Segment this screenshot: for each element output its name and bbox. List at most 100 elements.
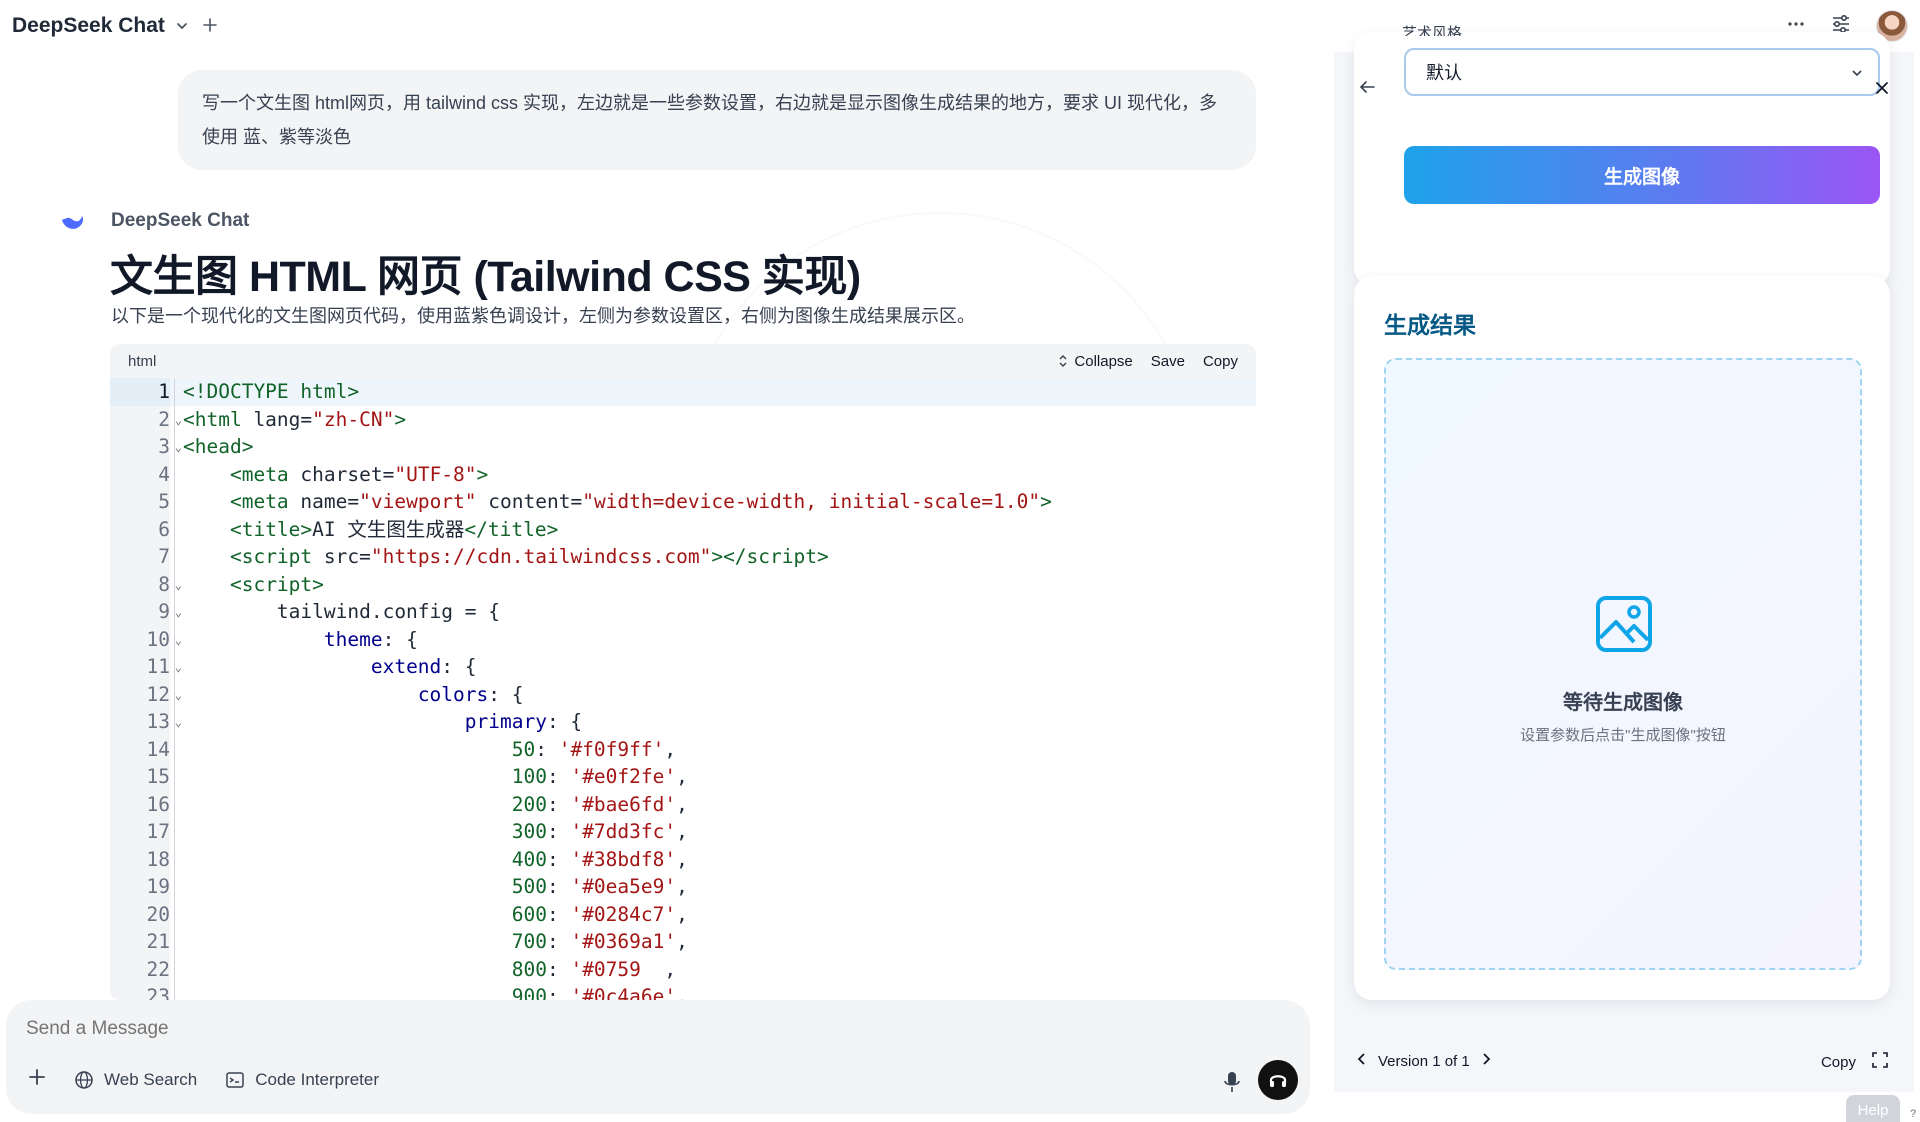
line-number: 7	[110, 543, 170, 571]
chevron-down-icon[interactable]	[175, 19, 189, 33]
fold-chevron-icon[interactable]: ⌄	[175, 627, 182, 655]
line-number: 20	[110, 900, 170, 928]
code-text: <!DOCTYPE html>	[183, 380, 360, 403]
result-placeholder-area: 等待生成图像 设置参数后点击"生成图像"按钮	[1384, 358, 1862, 970]
copy-code-button[interactable]: Copy	[1203, 353, 1238, 370]
code-line: 9 ⌄ tailwind.config = {	[110, 598, 1256, 626]
fold-chevron-icon[interactable]: ⌄	[175, 599, 182, 627]
code-line: 7 <script src="https://cdn.tailwindcss.c…	[110, 543, 1256, 571]
gutter-separator	[174, 488, 175, 516]
gutter-separator	[174, 515, 175, 543]
line-number: 18	[110, 845, 170, 873]
fold-chevron-icon[interactable]: ⌄	[175, 572, 182, 600]
code-text: extend: {	[370, 655, 477, 678]
fold-chevron-icon[interactable]: ⌄	[175, 407, 182, 435]
code-line: 6 <title>AI 文生图生成器</title>	[110, 515, 1256, 543]
new-chat-plus-icon[interactable]	[203, 15, 217, 38]
web-search-button[interactable]: Web Search	[74, 1070, 197, 1090]
code-text: 600: '#0284c7',	[511, 902, 688, 926]
code-text: primary: {	[464, 710, 583, 733]
help-button[interactable]: Help	[1846, 1095, 1900, 1122]
message-input[interactable]	[26, 1018, 1226, 1040]
next-version-icon[interactable]	[1480, 1052, 1492, 1070]
assistant-name: DeepSeek Chat	[111, 210, 250, 231]
help-question-mark: ?	[1910, 1108, 1917, 1120]
code-line: 10 ⌄ theme: {	[110, 625, 1256, 653]
code-line: 2 ⌄ <html lang="zh-CN">	[110, 405, 1256, 433]
globe-icon	[75, 1070, 93, 1089]
chevron-down-icon	[1850, 64, 1864, 85]
code-line: 15 100: '#e0f2fe',	[110, 763, 1256, 791]
generate-image-button[interactable]: 生成图像	[1404, 146, 1880, 204]
code-text: <meta charset="UTF-8">	[229, 462, 489, 486]
line-number: 2 ⌄	[110, 405, 182, 433]
line-number: 11 ⌄	[110, 653, 182, 681]
line-number: 21	[110, 928, 170, 956]
code-line: 1 <!DOCTYPE html>	[110, 378, 1256, 406]
line-number: 15	[110, 763, 170, 791]
fold-chevron-icon[interactable]: ⌄	[175, 709, 182, 737]
code-line: 19 500: '#0ea5e9',	[110, 873, 1256, 901]
collapse-button[interactable]: Collapse	[1058, 352, 1133, 370]
web-search-label: Web Search	[104, 1069, 198, 1089]
code-text: <script>	[229, 572, 324, 596]
code-text: <meta name="viewport" content="width=dev…	[229, 490, 1052, 513]
code-line: 16 200: '#bae6fd',	[110, 790, 1256, 818]
code-text: 900: '#0c4a6e',	[511, 985, 688, 1000]
copy-preview-button[interactable]: Copy	[1821, 1054, 1856, 1071]
gutter-separator	[174, 378, 175, 406]
user-message: 写一个文生图 html网页，用 tailwind css 实现，左边就是一些参数…	[178, 70, 1256, 170]
version-label: Version 1 of 1	[1378, 1052, 1470, 1070]
settings-card: 艺术风格 默认 生成图像	[1354, 25, 1890, 286]
gutter-separator	[174, 543, 175, 571]
collapse-icon	[1059, 355, 1067, 367]
save-button[interactable]: Save	[1151, 353, 1185, 370]
gutter-separator	[174, 460, 175, 488]
code-text: 300: '#7dd3fc',	[511, 820, 688, 843]
microphone-icon[interactable]	[1222, 1070, 1242, 1099]
code-line: 13 ⌄ primary: {	[110, 708, 1256, 736]
voice-mode-button[interactable]	[1258, 1060, 1298, 1100]
app-title[interactable]: DeepSeek Chat	[12, 14, 165, 38]
code-line: 5 <meta name="viewport" content="width=d…	[110, 488, 1256, 516]
composer-tools: Web Search Code Interpreter	[28, 1068, 379, 1091]
code-text: <html lang="zh-CN">	[183, 407, 407, 431]
line-number: 9 ⌄	[110, 598, 182, 626]
line-number: 14	[110, 735, 170, 763]
line-number: 19	[110, 873, 170, 901]
gutter-separator	[174, 900, 175, 928]
fullscreen-icon[interactable]	[1872, 1052, 1888, 1072]
collapse-label: Collapse	[1074, 352, 1133, 370]
attach-plus-icon[interactable]	[28, 1068, 46, 1091]
style-select-label: 艺术风格	[1402, 25, 1463, 36]
gutter-separator	[174, 735, 175, 763]
back-arrow-icon[interactable]	[1358, 78, 1376, 101]
deepseek-logo-icon	[60, 212, 86, 239]
code-text: colors: {	[417, 682, 524, 706]
line-number: 1	[110, 378, 170, 406]
code-interpreter-label: Code Interpreter	[255, 1069, 380, 1089]
close-icon[interactable]	[1874, 76, 1890, 102]
response-heading: 文生图 HTML 网页 (Tailwind CSS 实现)	[110, 253, 861, 301]
response-intro: 以下是一个现代化的文生图网页代码，使用蓝紫色调设计，左侧为参数设置区，右侧为图像…	[111, 306, 975, 326]
code-line: 12 ⌄ colors: {	[110, 680, 1256, 710]
code-line: 17 300: '#7dd3fc',	[110, 818, 1256, 846]
line-number: 10 ⌄	[110, 625, 182, 653]
gutter-separator	[174, 790, 175, 818]
result-title: 生成结果	[1384, 312, 1476, 338]
style-select[interactable]: 默认	[1404, 48, 1880, 96]
waiting-subtitle: 设置参数后点击"生成图像"按钮	[1520, 727, 1726, 744]
line-number: 8 ⌄	[110, 570, 182, 598]
preview-actions: Copy	[1821, 1052, 1888, 1072]
code-interpreter-button[interactable]: Code Interpreter	[225, 1070, 379, 1090]
fold-chevron-icon[interactable]: ⌄	[175, 434, 182, 462]
fold-chevron-icon[interactable]: ⌄	[175, 682, 182, 710]
previous-version-icon[interactable]	[1356, 1052, 1368, 1070]
code-text: <title>AI 文生图生成器</title>	[229, 517, 559, 541]
fold-chevron-icon[interactable]: ⌄	[175, 654, 182, 682]
code-text: 700: '#0369a1',	[511, 930, 688, 953]
line-number: 4	[110, 460, 170, 488]
message-composer: Web Search Code Interpreter	[6, 1000, 1310, 1114]
code-body: 1 <!DOCTYPE html> 2 ⌄ <html lang="zh-CN"> 3 ⌄ <…	[110, 378, 1256, 1000]
headphones-icon	[1269, 1075, 1287, 1087]
